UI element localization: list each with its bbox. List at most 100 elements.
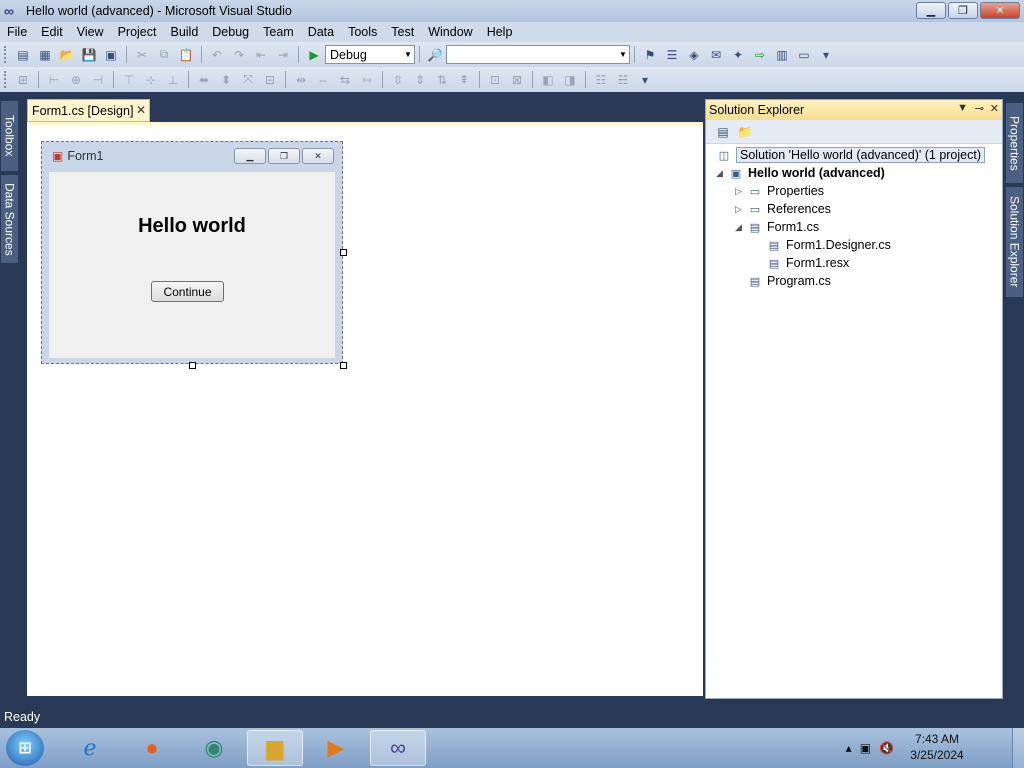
toolbar-grip[interactable]: [4, 71, 8, 88]
properties-tab[interactable]: Properties: [1006, 103, 1023, 183]
resize-handle-right[interactable]: [340, 249, 347, 256]
show-desktop-button[interactable]: [1012, 728, 1024, 768]
visual-studio-icon[interactable]: ∞: [370, 730, 426, 766]
redo-icon[interactable]: ↷: [230, 46, 248, 64]
close-panel-icon[interactable]: ✕: [990, 102, 999, 115]
align-tops-icon[interactable]: ⊤: [120, 71, 138, 89]
collapse-arrow-icon[interactable]: ◢: [735, 222, 747, 233]
add-item-icon[interactable]: ▦: [36, 46, 54, 64]
menu-team[interactable]: Team: [256, 25, 301, 39]
align-to-grid-icon[interactable]: ⊞: [14, 71, 32, 89]
auto-hide-pin-icon[interactable]: ⊸: [975, 102, 984, 115]
command-window-icon[interactable]: ▭: [795, 46, 813, 64]
tree-node-form1-resx[interactable]: ▤ Form1.resx: [766, 254, 849, 272]
show-all-files-icon[interactable]: 📁: [736, 123, 754, 141]
vertical-spacing-decrease-icon[interactable]: ⇅: [433, 71, 451, 89]
start-debugging-icon[interactable]: ▶: [305, 46, 323, 64]
menu-tools[interactable]: Tools: [341, 25, 384, 39]
tree-node-form1-designer[interactable]: ▤ Form1.Designer.cs: [766, 236, 891, 254]
maximize-button[interactable]: ❐: [948, 2, 978, 19]
tree-node-program[interactable]: ▤ Program.cs: [747, 272, 831, 290]
align-middles-icon[interactable]: ⊹: [142, 71, 160, 89]
minimize-button[interactable]: ▁: [916, 2, 946, 19]
volume-muted-icon[interactable]: 🔇: [879, 741, 894, 755]
toolbar-options-icon[interactable]: ▾: [636, 71, 654, 89]
make-same-height-icon[interactable]: ⬍: [217, 71, 235, 89]
object-browser-icon[interactable]: ◈: [685, 46, 703, 64]
tree-node-project[interactable]: ◢ ▣ Hello world (advanced): [716, 164, 885, 182]
toolbar-options-icon[interactable]: ▾: [817, 46, 835, 64]
window-position-icon[interactable]: ▼: [957, 102, 968, 114]
make-same-width-icon[interactable]: ⬌: [195, 71, 213, 89]
tree-node-references[interactable]: ▷ ▭ References: [735, 200, 831, 218]
resize-handle-corner[interactable]: [340, 362, 347, 369]
tab-form1-design[interactable]: Form1.cs [Design] ✕: [27, 99, 150, 122]
align-centers-icon[interactable]: ⊕: [67, 71, 85, 89]
menu-edit[interactable]: Edit: [34, 25, 70, 39]
menu-debug[interactable]: Debug: [205, 25, 256, 39]
close-tab-icon[interactable]: ✕: [136, 103, 146, 117]
center-horizontally-icon[interactable]: ⊡: [486, 71, 504, 89]
align-lefts-icon[interactable]: ⊢: [45, 71, 63, 89]
internet-explorer-icon[interactable]: ℯ: [62, 730, 118, 766]
file-explorer-icon[interactable]: ▆: [247, 730, 303, 766]
align-bottoms-icon[interactable]: ⊥: [164, 71, 182, 89]
designer-form[interactable]: ▣ Form1 ▁ ❐ ✕ Hello world Continue: [41, 141, 343, 364]
menu-view[interactable]: View: [70, 25, 111, 39]
find-in-files-icon[interactable]: 🔎: [426, 46, 444, 64]
tab-order-icon[interactable]: ☷: [592, 71, 610, 89]
solution-explorer-icon[interactable]: ⚑: [641, 46, 659, 64]
make-same-size-icon[interactable]: ⤧: [239, 71, 257, 89]
vertical-spacing-remove-icon[interactable]: ⇞: [455, 71, 473, 89]
extension-manager-icon[interactable]: ✦: [729, 46, 747, 64]
data-sources-tab[interactable]: Data Sources: [1, 175, 18, 263]
continue-button[interactable]: Continue: [151, 281, 224, 302]
horizontal-spacing-equal-icon[interactable]: ⇹: [292, 71, 310, 89]
cut-icon[interactable]: ✂: [133, 46, 151, 64]
class-view-icon[interactable]: ▥: [773, 46, 791, 64]
clock[interactable]: 7:43 AM 3/25/2024: [902, 732, 972, 762]
bring-to-front-icon[interactable]: ◧: [539, 71, 557, 89]
menu-test[interactable]: Test: [384, 25, 421, 39]
copy-icon[interactable]: ⧉: [155, 46, 173, 64]
menu-help[interactable]: Help: [480, 25, 520, 39]
network-icon[interactable]: ▣: [860, 741, 871, 755]
toolbox-tab[interactable]: Toolbox: [1, 101, 18, 171]
undo-icon[interactable]: ↶: [208, 46, 226, 64]
open-file-icon[interactable]: 📂: [58, 46, 76, 64]
close-button[interactable]: ✕: [980, 2, 1020, 19]
expand-arrow-icon[interactable]: ▷: [735, 204, 747, 215]
toolbox-icon[interactable]: ✉: [707, 46, 725, 64]
menu-file[interactable]: File: [0, 25, 34, 39]
tree-node-solution[interactable]: ◫ Solution 'Hello world (advanced)' (1 p…: [716, 146, 985, 164]
solution-explorer-tab[interactable]: Solution Explorer: [1006, 187, 1023, 297]
center-vertically-icon[interactable]: ⊠: [508, 71, 526, 89]
collapse-arrow-icon[interactable]: ◢: [716, 168, 728, 179]
edge-icon[interactable]: ◉: [186, 730, 242, 766]
toolbar-grip[interactable]: [4, 46, 8, 63]
form-designer-surface[interactable]: ▣ Form1 ▁ ❐ ✕ Hello world Continue: [27, 122, 703, 696]
show-hidden-icons-icon[interactable]: ▴: [846, 741, 852, 755]
navigate-backward-icon[interactable]: ⇤: [252, 46, 270, 64]
firefox-icon[interactable]: ●: [124, 730, 180, 766]
horizontal-spacing-decrease-icon[interactable]: ⇆: [336, 71, 354, 89]
hello-label[interactable]: Hello world: [49, 215, 335, 238]
find-combo[interactable]: ▼: [446, 45, 630, 64]
save-icon[interactable]: 💾: [80, 46, 98, 64]
horizontal-spacing-increase-icon[interactable]: ⇔: [314, 71, 332, 89]
start-button[interactable]: ⊞: [6, 730, 44, 766]
size-to-grid-icon[interactable]: ⊟: [261, 71, 279, 89]
tree-node-form1[interactable]: ◢ ▤ Form1.cs: [735, 218, 819, 236]
media-player-icon[interactable]: ▶: [308, 730, 364, 766]
save-all-icon[interactable]: ▣: [102, 46, 120, 64]
paste-icon[interactable]: 📋: [177, 46, 195, 64]
solution-configuration-dropdown[interactable]: Debug ▼: [325, 45, 415, 64]
menu-project[interactable]: Project: [111, 25, 164, 39]
send-to-back-icon[interactable]: ◨: [561, 71, 579, 89]
properties-window-icon[interactable]: ☰: [663, 46, 681, 64]
menu-window[interactable]: Window: [421, 25, 479, 39]
resize-handle-bottom[interactable]: [189, 362, 196, 369]
expand-arrow-icon[interactable]: ▷: [735, 186, 747, 197]
align-rights-icon[interactable]: ⊣: [89, 71, 107, 89]
form-client-area[interactable]: Hello world Continue: [49, 172, 335, 358]
